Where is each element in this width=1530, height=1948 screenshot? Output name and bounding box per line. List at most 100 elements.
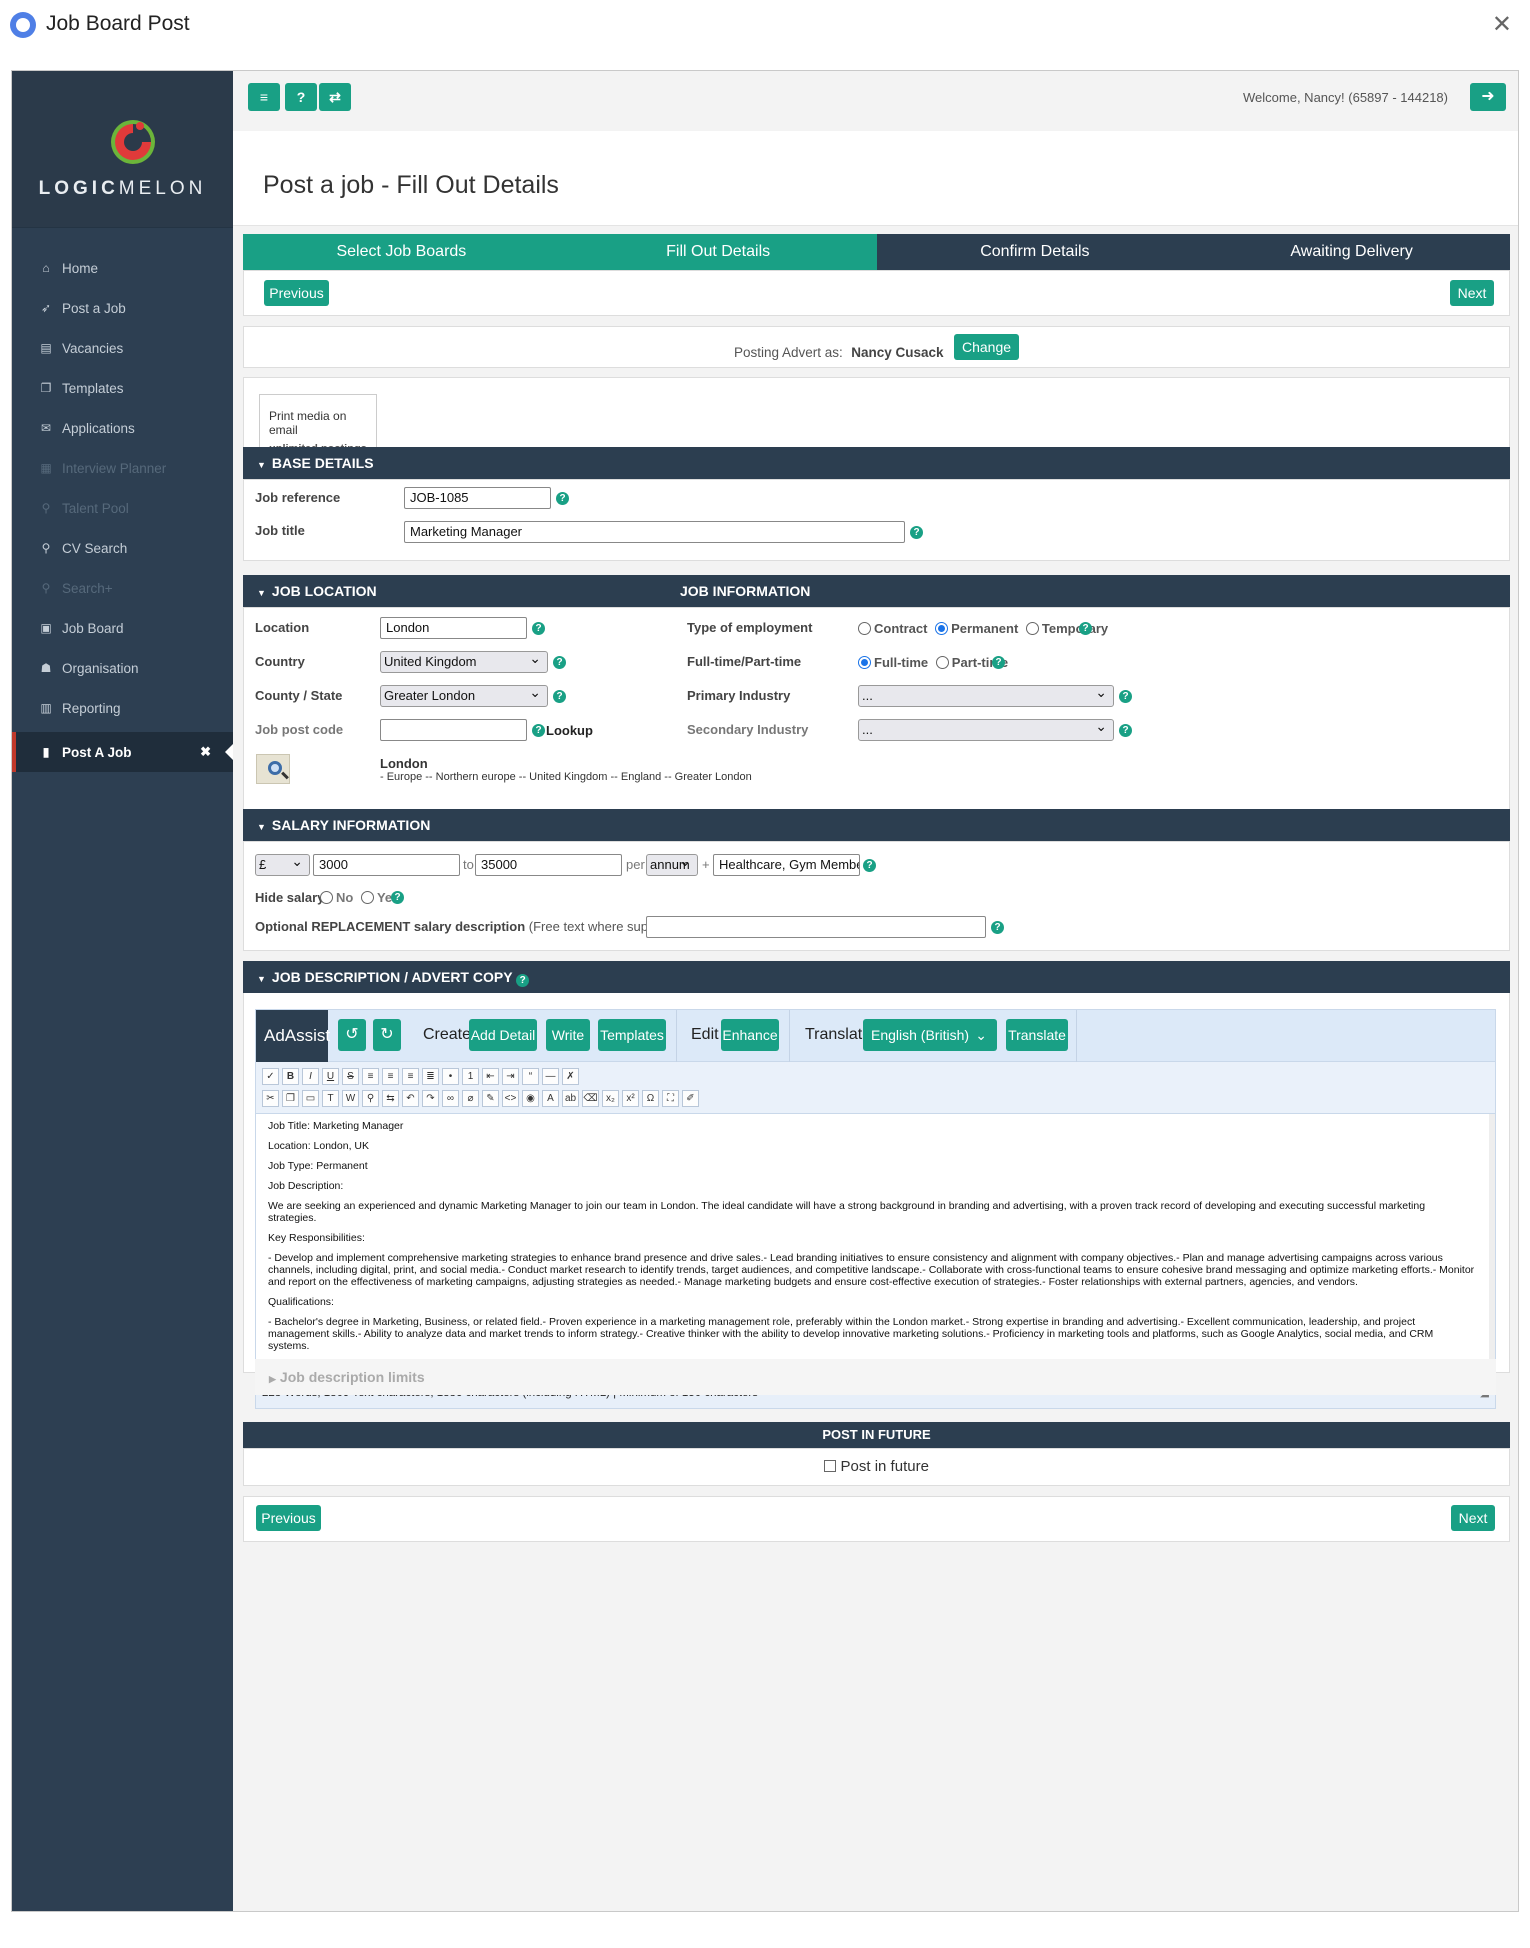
justify-icon[interactable]: ≣: [422, 1067, 439, 1085]
text-color-icon[interactable]: A: [542, 1089, 559, 1107]
replace-icon[interactable]: ⇆: [382, 1089, 399, 1107]
translate-button[interactable]: Translate: [1006, 1019, 1068, 1051]
next-button-bottom[interactable]: Next: [1451, 1505, 1495, 1531]
postcode-input[interactable]: [380, 719, 527, 741]
numbered-list-icon[interactable]: 1: [462, 1067, 479, 1085]
format-painter-icon[interactable]: ✐: [682, 1089, 699, 1107]
redo-small-icon[interactable]: ↷: [422, 1089, 439, 1107]
translate-icon[interactable]: ⇄: [319, 83, 351, 111]
preview-icon[interactable]: ◉: [522, 1089, 539, 1107]
cut-icon[interactable]: ✂: [262, 1089, 279, 1107]
blockquote-icon[interactable]: “: [522, 1067, 539, 1085]
radio-hide-yes[interactable]: [360, 891, 374, 904]
help-icon[interactable]: ?: [992, 656, 1005, 669]
radio-part-time[interactable]: [935, 656, 949, 669]
replacement-salary-input[interactable]: [646, 916, 986, 938]
help-icon[interactable]: ?: [863, 859, 876, 872]
job-location-header[interactable]: ▼ JOB LOCATION JOB INFORMATION: [243, 575, 1510, 607]
help-icon[interactable]: ?: [1119, 690, 1132, 703]
close-icon[interactable]: ✕: [1492, 10, 1512, 39]
sidebar-item-cv-search[interactable]: ⚲ CV Search: [12, 528, 233, 568]
previous-button-bottom[interactable]: Previous: [256, 1505, 321, 1531]
job-reference-input[interactable]: JOB-1085: [404, 487, 551, 509]
help-icon[interactable]: ?: [532, 724, 545, 737]
map-search-icon[interactable]: [256, 754, 290, 784]
indent-icon[interactable]: ⇥: [502, 1067, 519, 1085]
find-icon[interactable]: ⚲: [362, 1089, 379, 1107]
redo-icon[interactable]: ↻: [373, 1019, 401, 1051]
job-title-input[interactable]: Marketing Manager: [404, 521, 905, 543]
salary-header[interactable]: ▼ SALARY INFORMATION: [243, 809, 1510, 841]
salary-from-input[interactable]: 3000: [313, 854, 460, 876]
link-icon[interactable]: ∞: [442, 1089, 459, 1107]
help-icon[interactable]: ?: [516, 974, 530, 987]
write-button[interactable]: Write: [546, 1019, 590, 1051]
salary-period-select[interactable]: annum: [646, 851, 698, 876]
job-description-header[interactable]: ▼ JOB DESCRIPTION / ADVERT COPY ?: [243, 961, 1510, 993]
help-icon[interactable]: ?: [556, 492, 569, 505]
previous-button-top[interactable]: Previous: [264, 280, 329, 306]
underline-icon[interactable]: U: [322, 1067, 339, 1085]
salary-benefits-input[interactable]: Healthcare, Gym Members: [713, 854, 860, 876]
close-tab-icon[interactable]: ✖: [200, 744, 211, 760]
post-in-future-checkbox[interactable]: [824, 1460, 837, 1472]
strikethrough-icon[interactable]: S: [342, 1067, 359, 1085]
help-icon[interactable]: ?: [285, 83, 317, 111]
sidebar-item-home[interactable]: ⌂ Home: [12, 248, 233, 288]
salary-to-input[interactable]: 35000: [475, 854, 622, 876]
sidebar-item-reporting[interactable]: ▥ Reporting: [12, 688, 233, 728]
highlight-icon[interactable]: ab: [562, 1089, 579, 1107]
logout-icon[interactable]: ➜: [1470, 83, 1506, 111]
remove-format-icon[interactable]: ✗: [562, 1067, 579, 1085]
next-button-top[interactable]: Next: [1450, 280, 1494, 306]
spellcheck-icon[interactable]: ✓: [262, 1067, 279, 1085]
county-select[interactable]: Greater London: [380, 682, 548, 707]
html-icon[interactable]: <>: [502, 1089, 519, 1107]
help-icon[interactable]: ?: [553, 690, 566, 703]
undo-small-icon[interactable]: ↶: [402, 1089, 419, 1107]
help-icon[interactable]: ?: [910, 526, 923, 539]
horizontal-rule-icon[interactable]: —: [542, 1067, 559, 1085]
enhance-button[interactable]: Enhance: [721, 1019, 779, 1051]
superscript-icon[interactable]: x²: [622, 1089, 639, 1107]
align-right-icon[interactable]: ≡: [402, 1067, 419, 1085]
subscript-icon[interactable]: x₂: [602, 1089, 619, 1107]
job-board-card[interactable]: Print media on email unlimited postings: [259, 394, 377, 455]
align-center-icon[interactable]: ≡: [382, 1067, 399, 1085]
radio-full-time[interactable]: [858, 656, 871, 669]
eraser-icon[interactable]: ⌫: [582, 1089, 599, 1107]
outdent-icon[interactable]: ⇤: [482, 1067, 499, 1085]
help-icon[interactable]: ?: [391, 891, 404, 904]
radio-contract[interactable]: [858, 622, 871, 635]
cleanup-icon[interactable]: ✎: [482, 1089, 499, 1107]
sidebar-item-templates[interactable]: ❐ Templates: [12, 368, 233, 408]
special-char-icon[interactable]: Ω: [642, 1089, 659, 1107]
italic-icon[interactable]: I: [302, 1067, 319, 1085]
secondary-industry-select[interactable]: ...: [858, 716, 1114, 741]
help-icon[interactable]: ?: [553, 656, 566, 669]
language-select[interactable]: English (British) ⌄: [863, 1019, 997, 1051]
change-user-button[interactable]: Change: [953, 334, 1020, 360]
paste-text-icon[interactable]: T: [322, 1089, 339, 1107]
menu-icon[interactable]: ≡: [248, 83, 280, 111]
radio-temporary[interactable]: [1025, 622, 1039, 635]
primary-industry-select[interactable]: ...: [858, 682, 1114, 707]
location-input[interactable]: London: [380, 617, 527, 639]
help-icon[interactable]: ?: [991, 921, 1004, 934]
paste-icon[interactable]: ▭: [302, 1089, 319, 1107]
bullet-list-icon[interactable]: •: [442, 1067, 459, 1085]
fullscreen-icon[interactable]: ⛶: [662, 1089, 679, 1107]
country-select[interactable]: United Kingdom: [380, 648, 548, 673]
align-left-icon[interactable]: ≡: [362, 1067, 379, 1085]
base-details-header[interactable]: ▼ BASE DETAILS: [243, 447, 1510, 479]
help-icon[interactable]: ?: [532, 622, 545, 635]
help-icon[interactable]: ?: [1119, 724, 1132, 737]
currency-select[interactable]: £: [255, 851, 310, 876]
add-detail-button[interactable]: Add Detail: [469, 1019, 537, 1051]
copy-icon[interactable]: ❐: [282, 1089, 299, 1107]
sidebar-item-vacancies[interactable]: ▤ Vacancies: [12, 328, 233, 368]
paste-word-icon[interactable]: W: [342, 1089, 359, 1107]
sidebar-item-applications[interactable]: ✉ Applications: [12, 408, 233, 448]
step-select-job-boards[interactable]: Select Job Boards: [243, 234, 560, 270]
radio-permanent[interactable]: [935, 622, 949, 635]
